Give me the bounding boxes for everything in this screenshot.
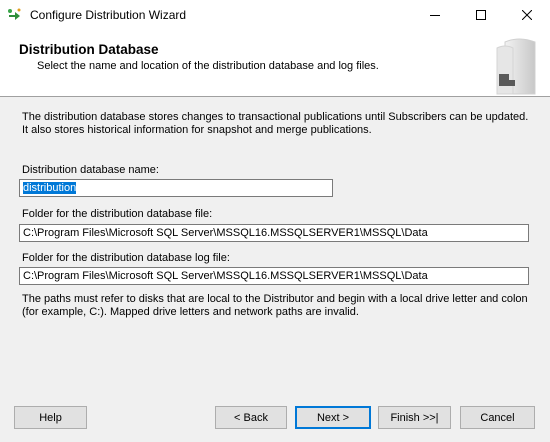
wizard-header: Distribution Database Select the name an… (0, 30, 550, 97)
path-note-text: The paths must refer to disks that are l… (22, 293, 528, 318)
maximize-icon (476, 10, 486, 20)
next-button[interactable]: Next > (295, 406, 371, 429)
close-button[interactable] (504, 0, 550, 30)
log-folder-label: Folder for the distribution database log… (22, 252, 230, 264)
db-name-value: distribution (23, 182, 77, 194)
back-button[interactable]: < Back (215, 406, 287, 429)
wizard-window: Configure Distribution Wizard Distributi… (0, 0, 550, 442)
db-name-label: Distribution database name: (22, 164, 159, 176)
wizard-app-icon (7, 7, 23, 23)
minimize-icon (430, 15, 440, 16)
description-text: The distribution database stores changes… (22, 111, 529, 136)
window-title: Configure Distribution Wizard (30, 8, 187, 22)
close-icon (522, 10, 532, 20)
page-subtitle: Select the name and location of the dist… (37, 60, 379, 72)
title-bar: Configure Distribution Wizard (0, 0, 550, 30)
db-folder-input[interactable]: C:\Program Files\Microsoft SQL Server\MS… (19, 224, 529, 242)
server-graphic-icon (485, 34, 547, 96)
help-button[interactable]: Help (14, 406, 87, 429)
page-title: Distribution Database (19, 42, 159, 57)
finish-button[interactable]: Finish >>| (378, 406, 451, 429)
log-folder-input[interactable]: C:\Program Files\Microsoft SQL Server\MS… (19, 267, 529, 285)
cancel-button[interactable]: Cancel (460, 406, 535, 429)
db-folder-label: Folder for the distribution database fil… (22, 208, 213, 220)
minimize-button[interactable] (412, 0, 458, 30)
db-name-input[interactable]: distribution (19, 179, 333, 197)
maximize-button[interactable] (458, 0, 504, 30)
